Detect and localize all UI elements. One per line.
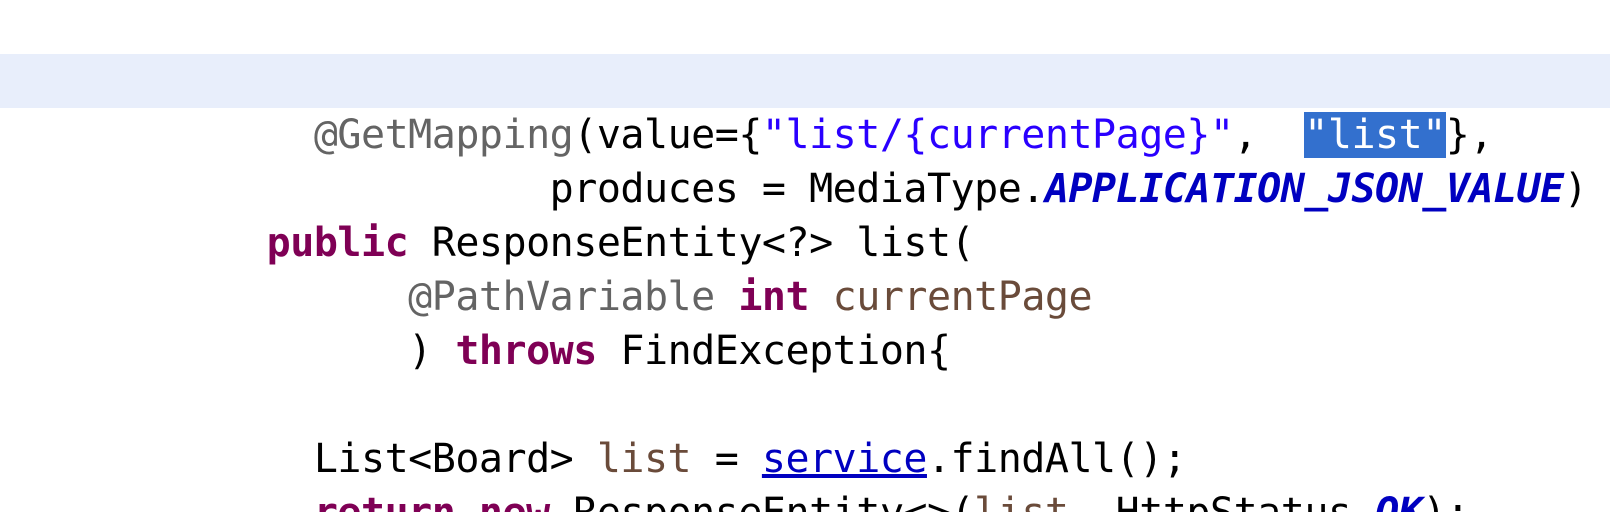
code-line-7[interactable]: List<Board> list = service.findAll(); [0,378,1610,482]
code-line-4[interactable]: @PathVariable int currentPage [0,216,1610,320]
code-editor-viewport[interactable]: @GetMapping(value={"list/{currentPage}",… [0,0,1610,512]
code-line-3[interactable]: public ResponseEntity<?> list( [0,162,1610,266]
code-line-9[interactable]: } [0,486,1610,512]
code-line-1[interactable]: @GetMapping(value={"list/{currentPage}",… [0,54,1610,158]
top-spacer [0,0,1610,54]
code-line-8[interactable]: return new ResponseEntity<>(list, HttpSt… [0,432,1610,512]
code-line-6-blank[interactable] [0,324,1610,378]
code-line-5[interactable]: ) throws FindException{ [0,270,1610,374]
code-line-2[interactable]: produces = MediaType.APPLICATION_JSON_VA… [0,108,1610,212]
code-area[interactable]: @GetMapping(value={"list/{currentPage}",… [0,0,1610,512]
